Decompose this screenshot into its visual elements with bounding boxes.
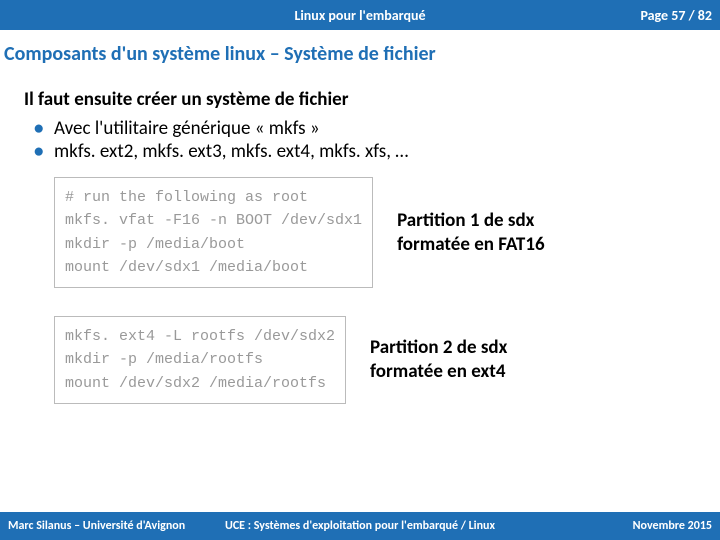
code-line: mkdir -p /media/rootfs bbox=[65, 348, 335, 371]
footer-center: UCE : Systèmes d'exploitation pour l'emb… bbox=[225, 519, 495, 533]
code-line: mount /dev/sdx2 /media/rootfs bbox=[65, 372, 335, 395]
header-page: Page 57 / 82 bbox=[640, 7, 712, 24]
code-line: # run the following as root bbox=[65, 186, 362, 209]
caption-line: formatée en ext4 bbox=[370, 360, 507, 384]
bullet-item: mkfs. ext2, mkfs. ext3, mkfs. ext4, mkfs… bbox=[54, 140, 696, 163]
code-line: mkfs. ext4 -L rootfs /dev/sdx2 bbox=[65, 325, 335, 348]
code-line: mkdir -p /media/boot bbox=[65, 233, 362, 256]
caption-line: Partition 1 de sdx bbox=[397, 209, 545, 233]
code-line: mount /dev/sdx1 /media/boot bbox=[65, 256, 362, 279]
code-box-1: # run the following as root mkfs. vfat -… bbox=[54, 177, 373, 288]
intro-text: Il faut ensuite créer un système de fich… bbox=[24, 88, 696, 111]
section-title: Composants d'un système linux – Système … bbox=[0, 30, 720, 70]
header-bar: Linux pour l'embarqué Page 57 / 82 bbox=[0, 0, 720, 30]
header-title: Linux pour l'embarqué bbox=[294, 7, 425, 24]
caption-line: Partition 2 de sdx bbox=[370, 336, 507, 360]
caption-line: formatée en FAT16 bbox=[397, 233, 545, 257]
code-box-2: mkfs. ext4 -L rootfs /dev/sdx2 mkdir -p … bbox=[54, 316, 346, 404]
bullet-item: Avec l'utilitaire générique « mkfs » bbox=[54, 117, 696, 140]
code-row-1: # run the following as root mkfs. vfat -… bbox=[54, 177, 696, 288]
bullet-list: Avec l'utilitaire générique « mkfs » mkf… bbox=[24, 117, 696, 163]
footer-bar: Marc Silanus – Université d'Avignon UCE … bbox=[0, 512, 720, 540]
code-caption-1: Partition 1 de sdx formatée en FAT16 bbox=[397, 209, 545, 257]
content: Il faut ensuite créer un système de fich… bbox=[0, 70, 720, 404]
code-line: mkfs. vfat -F16 -n BOOT /dev/sdx1 bbox=[65, 209, 362, 232]
code-caption-2: Partition 2 de sdx formatée en ext4 bbox=[370, 336, 507, 384]
footer-left: Marc Silanus – Université d'Avignon bbox=[8, 519, 185, 533]
footer-right: Novembre 2015 bbox=[633, 519, 712, 533]
code-row-2: mkfs. ext4 -L rootfs /dev/sdx2 mkdir -p … bbox=[54, 316, 696, 404]
